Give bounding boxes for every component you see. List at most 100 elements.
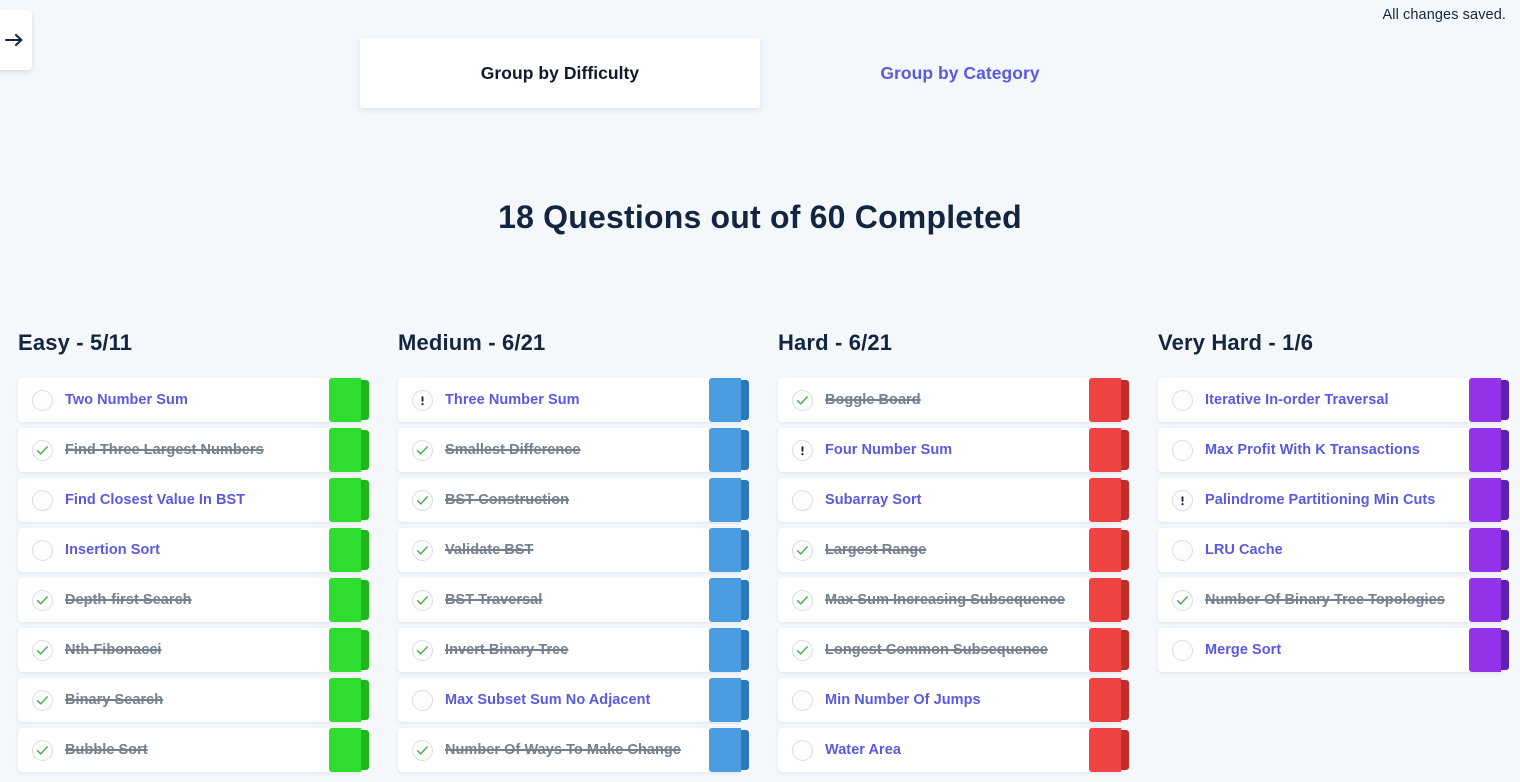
question-title: Insertion Sort xyxy=(65,542,160,558)
check-icon[interactable] xyxy=(792,389,813,411)
question-card[interactable]: Four Number Sum xyxy=(778,428,1129,472)
difficulty-color-bar xyxy=(1469,378,1509,422)
question-card[interactable]: BST Construction xyxy=(398,478,749,522)
difficulty-color-bar xyxy=(329,378,369,422)
check-icon[interactable] xyxy=(1172,589,1193,611)
question-title: Subarray Sort xyxy=(825,492,922,508)
question-title: Longest Common Subsequence xyxy=(825,642,1048,658)
question-card[interactable]: Boggle Board xyxy=(778,378,1129,422)
question-card[interactable]: Insertion Sort xyxy=(18,528,369,572)
question-list-easy: Two Number Sum Find Three Largest Numbers… xyxy=(18,378,369,772)
empty-circle-icon[interactable] xyxy=(32,539,53,561)
difficulty-color-bar xyxy=(1469,628,1509,672)
check-icon[interactable] xyxy=(412,639,433,661)
column-title-very-hard: Very Hard - 1/6 xyxy=(1158,330,1314,355)
check-icon[interactable] xyxy=(32,589,53,611)
question-title: Find Closest Value In BST xyxy=(65,492,246,508)
question-title: Number Of Binary Tree Topologies xyxy=(1205,592,1445,608)
exclamation-icon[interactable] xyxy=(792,439,813,461)
question-card[interactable]: BST Traversal xyxy=(398,578,749,622)
question-card[interactable]: Number Of Ways To Make Change xyxy=(398,728,749,772)
empty-circle-icon[interactable] xyxy=(1172,639,1193,661)
difficulty-color-bar xyxy=(709,528,749,572)
question-card[interactable]: Binary Search xyxy=(18,678,369,722)
empty-circle-icon[interactable] xyxy=(32,389,53,411)
exclamation-icon[interactable] xyxy=(1172,489,1193,511)
difficulty-color-bar xyxy=(329,578,369,622)
check-icon[interactable] xyxy=(412,489,433,511)
empty-circle-icon[interactable] xyxy=(1172,539,1193,561)
question-card[interactable]: Largest Range xyxy=(778,528,1129,572)
question-card[interactable]: Longest Common Subsequence xyxy=(778,628,1129,672)
question-title: Invert Binary Tree xyxy=(445,642,569,658)
question-title: Max Subset Sum No Adjacent xyxy=(445,692,651,708)
question-card[interactable]: Palindrome Partitioning Min Cuts xyxy=(1158,478,1509,522)
difficulty-color-bar xyxy=(1089,628,1129,672)
check-icon[interactable] xyxy=(412,539,433,561)
check-icon[interactable] xyxy=(32,439,53,461)
question-card[interactable]: Merge Sort xyxy=(1158,628,1509,672)
check-icon[interactable] xyxy=(412,439,433,461)
empty-circle-icon[interactable] xyxy=(1172,389,1193,411)
question-card[interactable]: Max Sum Increasing Subsequence xyxy=(778,578,1129,622)
question-title: Iterative In-order Traversal xyxy=(1205,392,1389,408)
question-card[interactable]: Three Number Sum xyxy=(398,378,749,422)
question-title: Boggle Board xyxy=(825,392,921,408)
question-card[interactable]: Min Number Of Jumps xyxy=(778,678,1129,722)
empty-circle-icon[interactable] xyxy=(32,489,53,511)
question-title: Max Profit With K Transactions xyxy=(1205,442,1420,458)
question-title: Nth Fibonacci xyxy=(65,642,162,658)
check-icon[interactable] xyxy=(32,639,53,661)
empty-circle-icon[interactable] xyxy=(792,489,813,511)
sidebar-toggle-button[interactable] xyxy=(0,10,32,70)
question-card[interactable]: Water Area xyxy=(778,728,1129,772)
progress-heading: 18 Questions out of 60 Completed xyxy=(498,199,1022,235)
question-title: Min Number Of Jumps xyxy=(825,692,981,708)
question-card[interactable]: Validate BST xyxy=(398,528,749,572)
difficulty-color-bar xyxy=(1089,678,1129,722)
question-card[interactable]: Max Profit With K Transactions xyxy=(1158,428,1509,472)
exclamation-icon[interactable] xyxy=(412,389,433,411)
question-card[interactable]: Find Three Largest Numbers xyxy=(18,428,369,472)
difficulty-columns: Easy - 5/11 Two Number Sum Find Three Larg… xyxy=(0,330,1520,778)
check-icon[interactable] xyxy=(412,589,433,611)
question-card[interactable]: Nth Fibonacci xyxy=(18,628,369,672)
check-icon[interactable] xyxy=(792,639,813,661)
empty-circle-icon[interactable] xyxy=(412,689,433,711)
empty-circle-icon[interactable] xyxy=(1172,439,1193,461)
tab-group-by-category[interactable]: Group by Category xyxy=(760,38,1160,108)
question-card[interactable]: Two Number Sum xyxy=(18,378,369,422)
empty-circle-icon[interactable] xyxy=(792,689,813,711)
check-icon[interactable] xyxy=(792,539,813,561)
question-card[interactable]: Iterative In-order Traversal xyxy=(1158,378,1509,422)
column-very-hard: Very Hard - 1/6 Iterative In-order Traver… xyxy=(1140,330,1520,778)
difficulty-color-bar xyxy=(709,678,749,722)
question-card[interactable]: Find Closest Value In BST xyxy=(18,478,369,522)
question-card[interactable]: Invert Binary Tree xyxy=(398,628,749,672)
question-card[interactable]: Number Of Binary Tree Topologies xyxy=(1158,578,1509,622)
question-card[interactable]: Depth-first Search xyxy=(18,578,369,622)
question-card[interactable]: Smallest Difference xyxy=(398,428,749,472)
question-title: Find Three Largest Numbers xyxy=(65,442,264,458)
question-card[interactable]: LRU Cache xyxy=(1158,528,1509,572)
tab-group-by-difficulty[interactable]: Group by Difficulty xyxy=(360,38,760,108)
question-title: Validate BST xyxy=(445,542,534,558)
question-title: Water Area xyxy=(825,742,901,758)
question-title: Bubble Sort xyxy=(65,742,148,758)
difficulty-color-bar xyxy=(329,428,369,472)
question-title: BST Construction xyxy=(445,492,570,508)
check-icon[interactable] xyxy=(32,739,53,761)
question-list-medium: Three Number Sum Smallest Difference BST C… xyxy=(398,378,749,772)
column-title-hard: Hard - 6/21 xyxy=(778,330,893,355)
question-list-very-hard: Iterative In-order Traversal Max Profit W… xyxy=(1158,378,1509,672)
question-card[interactable]: Subarray Sort xyxy=(778,478,1129,522)
check-icon[interactable] xyxy=(412,739,433,761)
question-card[interactable]: Bubble Sort xyxy=(18,728,369,772)
check-icon[interactable] xyxy=(792,589,813,611)
check-icon[interactable] xyxy=(32,689,53,711)
difficulty-color-bar xyxy=(1089,378,1129,422)
question-title: Smallest Difference xyxy=(445,442,581,458)
question-title: Four Number Sum xyxy=(825,442,953,458)
question-card[interactable]: Max Subset Sum No Adjacent xyxy=(398,678,749,722)
empty-circle-icon[interactable] xyxy=(792,739,813,761)
